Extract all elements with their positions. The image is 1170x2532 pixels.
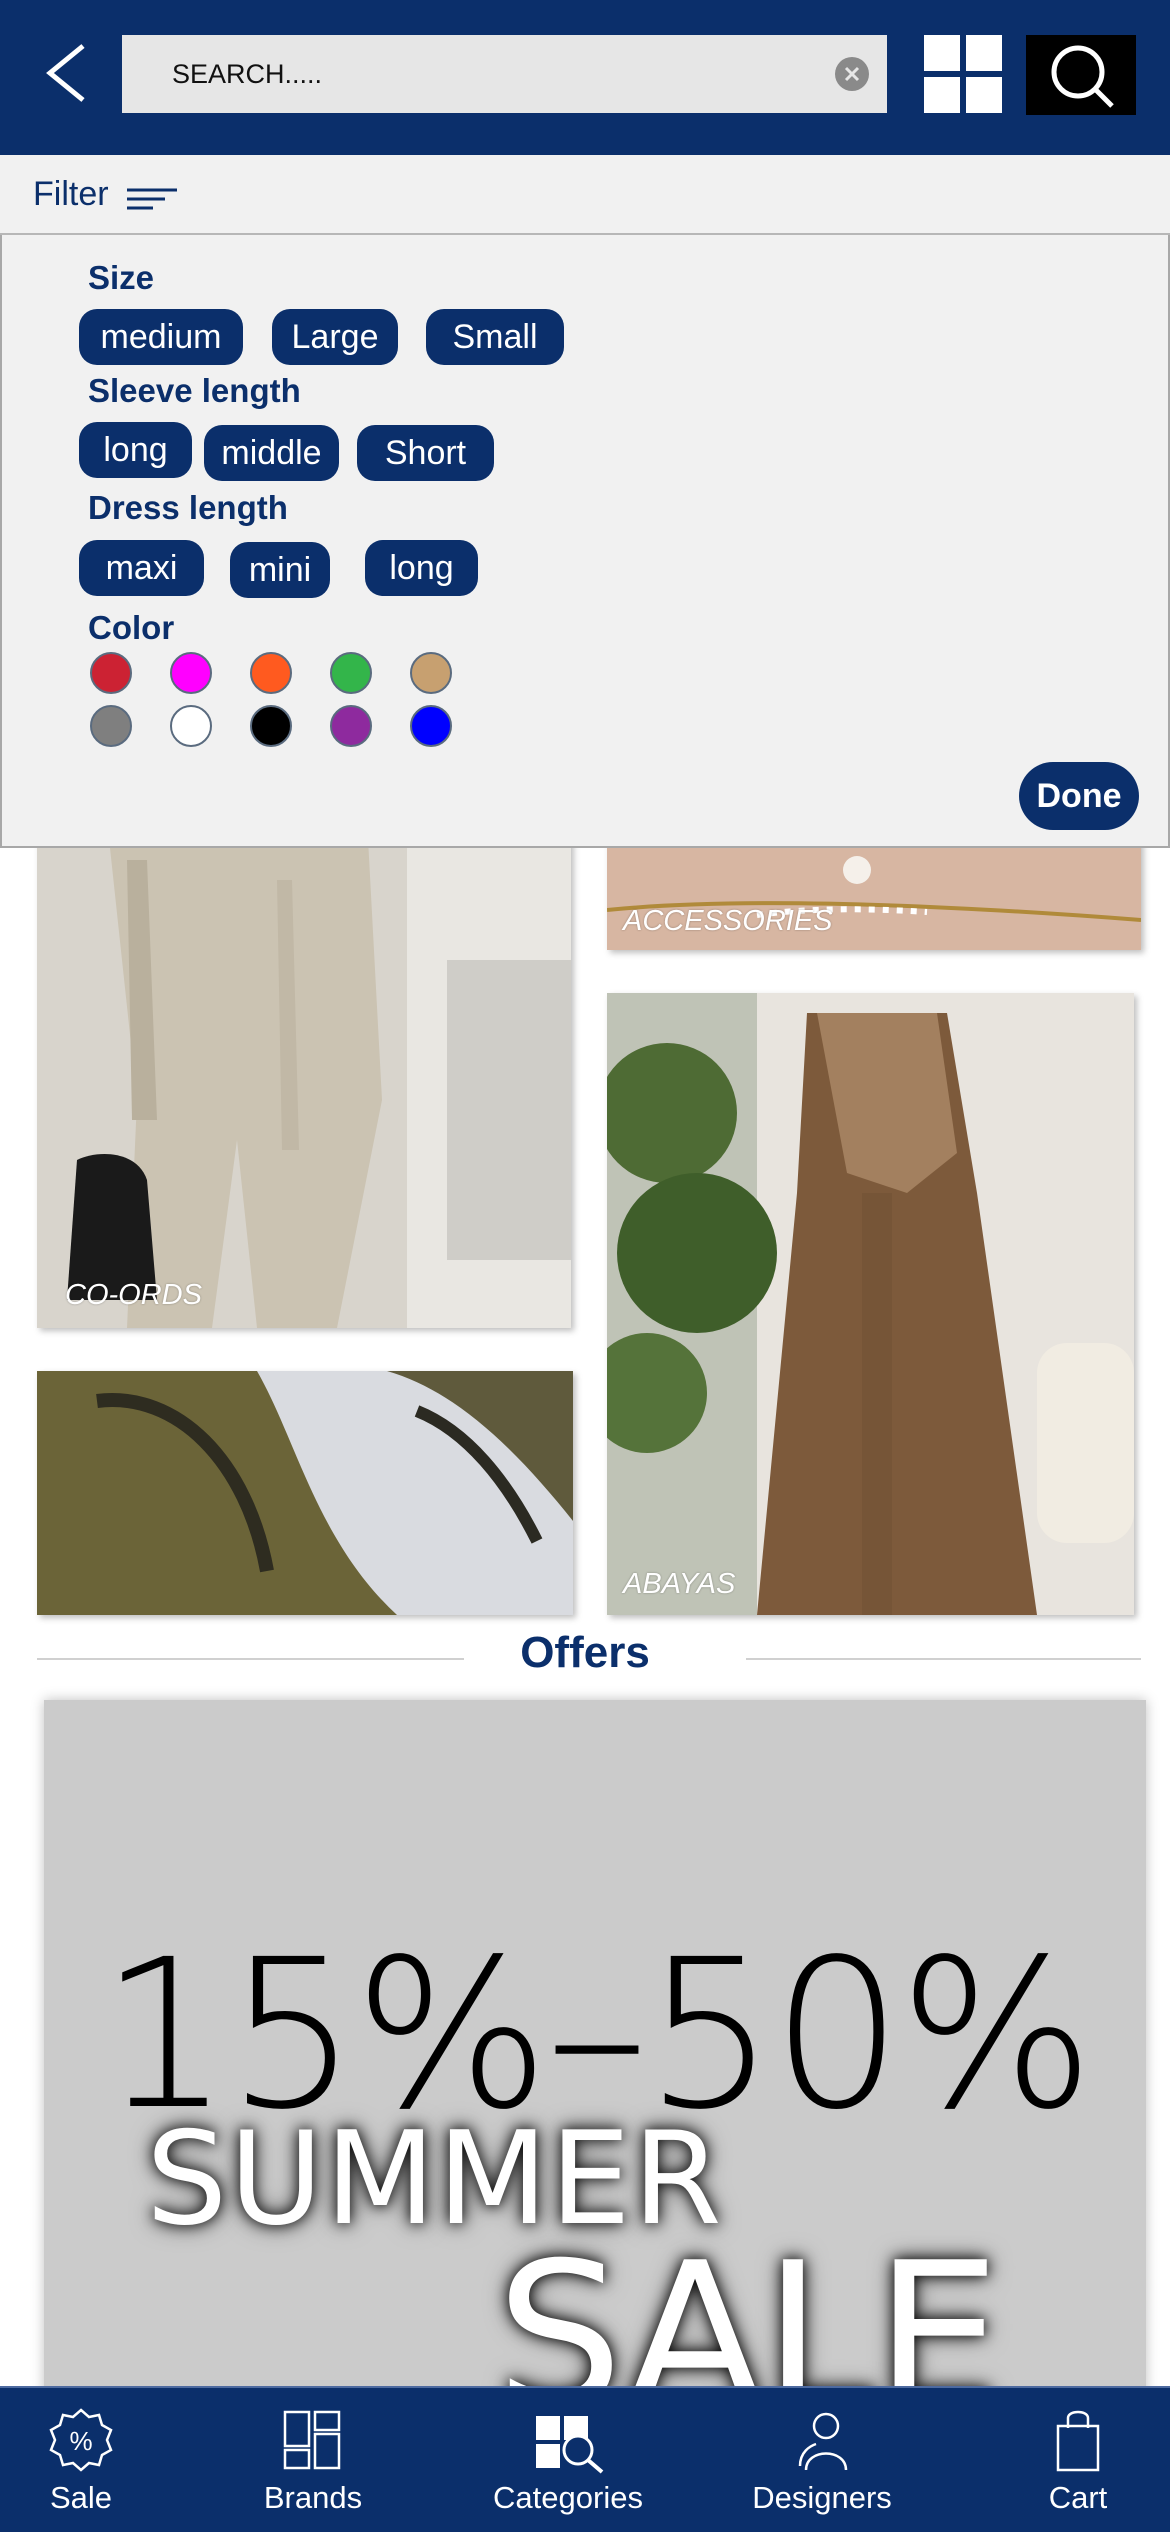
top-app-bar bbox=[0, 0, 1170, 155]
done-button[interactable]: Done bbox=[1019, 762, 1139, 830]
grid-view-button[interactable] bbox=[924, 35, 1002, 113]
sale-badge-icon: % bbox=[49, 2408, 113, 2472]
color-title: Color bbox=[88, 609, 175, 646]
filter-label: Filter bbox=[33, 175, 109, 213]
clear-search-button[interactable] bbox=[835, 57, 869, 91]
clear-circle-icon bbox=[844, 66, 860, 82]
color-swatch[interactable] bbox=[410, 705, 452, 747]
category-label-co-ords: CO-ORDS bbox=[65, 1279, 202, 1311]
offers-title: Offers bbox=[520, 1628, 650, 1677]
color-swatch[interactable] bbox=[250, 652, 292, 694]
nav-item-designers[interactable]: Designers bbox=[742, 2388, 902, 2532]
nav-label-sale: Sale bbox=[49, 2480, 113, 2515]
nav-item-sale[interactable]: % Sale bbox=[20, 2388, 142, 2532]
search-bar bbox=[122, 35, 887, 113]
grid-cell bbox=[966, 35, 1002, 71]
grid-cell bbox=[966, 77, 1002, 113]
sleeve-chip-long[interactable]: long bbox=[79, 422, 192, 478]
search-input[interactable] bbox=[172, 35, 792, 113]
designers-people-icon bbox=[798, 2412, 848, 2471]
grid-cell bbox=[924, 77, 960, 113]
bottom-navigation: % Sale Brands Categories Designers Cart bbox=[0, 2386, 1170, 2532]
nav-label-cart: Cart bbox=[1048, 2480, 1108, 2515]
category-tile-shoes[interactable] bbox=[37, 1371, 573, 1615]
grid-view-icon bbox=[924, 35, 960, 71]
filter-panel: Size medium Large Small Sleeve length lo… bbox=[0, 235, 1170, 848]
category-tile-co-ords[interactable]: CO-ORDS bbox=[37, 820, 571, 1328]
category-tile-abayas[interactable]: ABAYAS bbox=[607, 993, 1134, 1615]
color-swatch[interactable] bbox=[330, 652, 372, 694]
size-chip-small[interactable]: Small bbox=[426, 309, 564, 365]
nav-label-brands: Brands bbox=[263, 2480, 363, 2515]
color-swatch[interactable] bbox=[410, 652, 452, 694]
color-swatch[interactable] bbox=[170, 652, 212, 694]
nav-item-categories[interactable]: Categories bbox=[488, 2388, 648, 2532]
dress-chip-maxi[interactable]: maxi bbox=[79, 540, 204, 596]
magnifier-icon bbox=[1051, 45, 1114, 108]
filter-lines-icon bbox=[127, 188, 177, 210]
size-chip-large[interactable]: Large bbox=[272, 309, 398, 365]
color-swatch[interactable] bbox=[90, 705, 132, 747]
search-button[interactable] bbox=[1026, 35, 1136, 115]
dress-chip-mini[interactable]: mini bbox=[230, 542, 330, 598]
brands-layout-icon bbox=[283, 2410, 341, 2470]
color-swatch[interactable] bbox=[90, 652, 132, 694]
chevron-left-icon bbox=[46, 44, 85, 102]
filter-bar[interactable]: Filter bbox=[0, 155, 1170, 235]
sleeve-length-title: Sleeve length bbox=[88, 372, 301, 409]
size-chip-medium[interactable]: medium bbox=[79, 309, 243, 365]
dress-length-title: Dress length bbox=[88, 489, 288, 526]
categories-search-icon bbox=[536, 2416, 604, 2474]
nav-label-designers: Designers bbox=[752, 2480, 892, 2515]
size-title: Size bbox=[88, 259, 155, 296]
color-swatch[interactable] bbox=[250, 705, 292, 747]
sleeve-chip-middle[interactable]: middle bbox=[204, 425, 339, 481]
nav-item-brands[interactable]: Brands bbox=[252, 2388, 374, 2532]
shopping-bag-icon bbox=[1056, 2410, 1100, 2472]
nav-label-categories: Categories bbox=[493, 2480, 643, 2515]
abayas-image bbox=[607, 993, 1134, 1615]
shoes-image bbox=[37, 1371, 573, 1615]
color-swatch[interactable] bbox=[170, 705, 212, 747]
dress-chip-long[interactable]: long bbox=[365, 540, 478, 596]
co-ords-image bbox=[37, 820, 571, 1328]
color-swatch[interactable] bbox=[330, 705, 372, 747]
category-label-accessories: ACCESSORIES bbox=[623, 905, 833, 937]
sleeve-chip-short[interactable]: Short bbox=[357, 425, 494, 481]
svg-text:%: % bbox=[69, 2426, 92, 2456]
category-label-abayas: ABAYAS bbox=[623, 1568, 736, 1600]
back-button[interactable] bbox=[38, 38, 98, 108]
nav-item-cart[interactable]: Cart bbox=[1017, 2388, 1139, 2532]
